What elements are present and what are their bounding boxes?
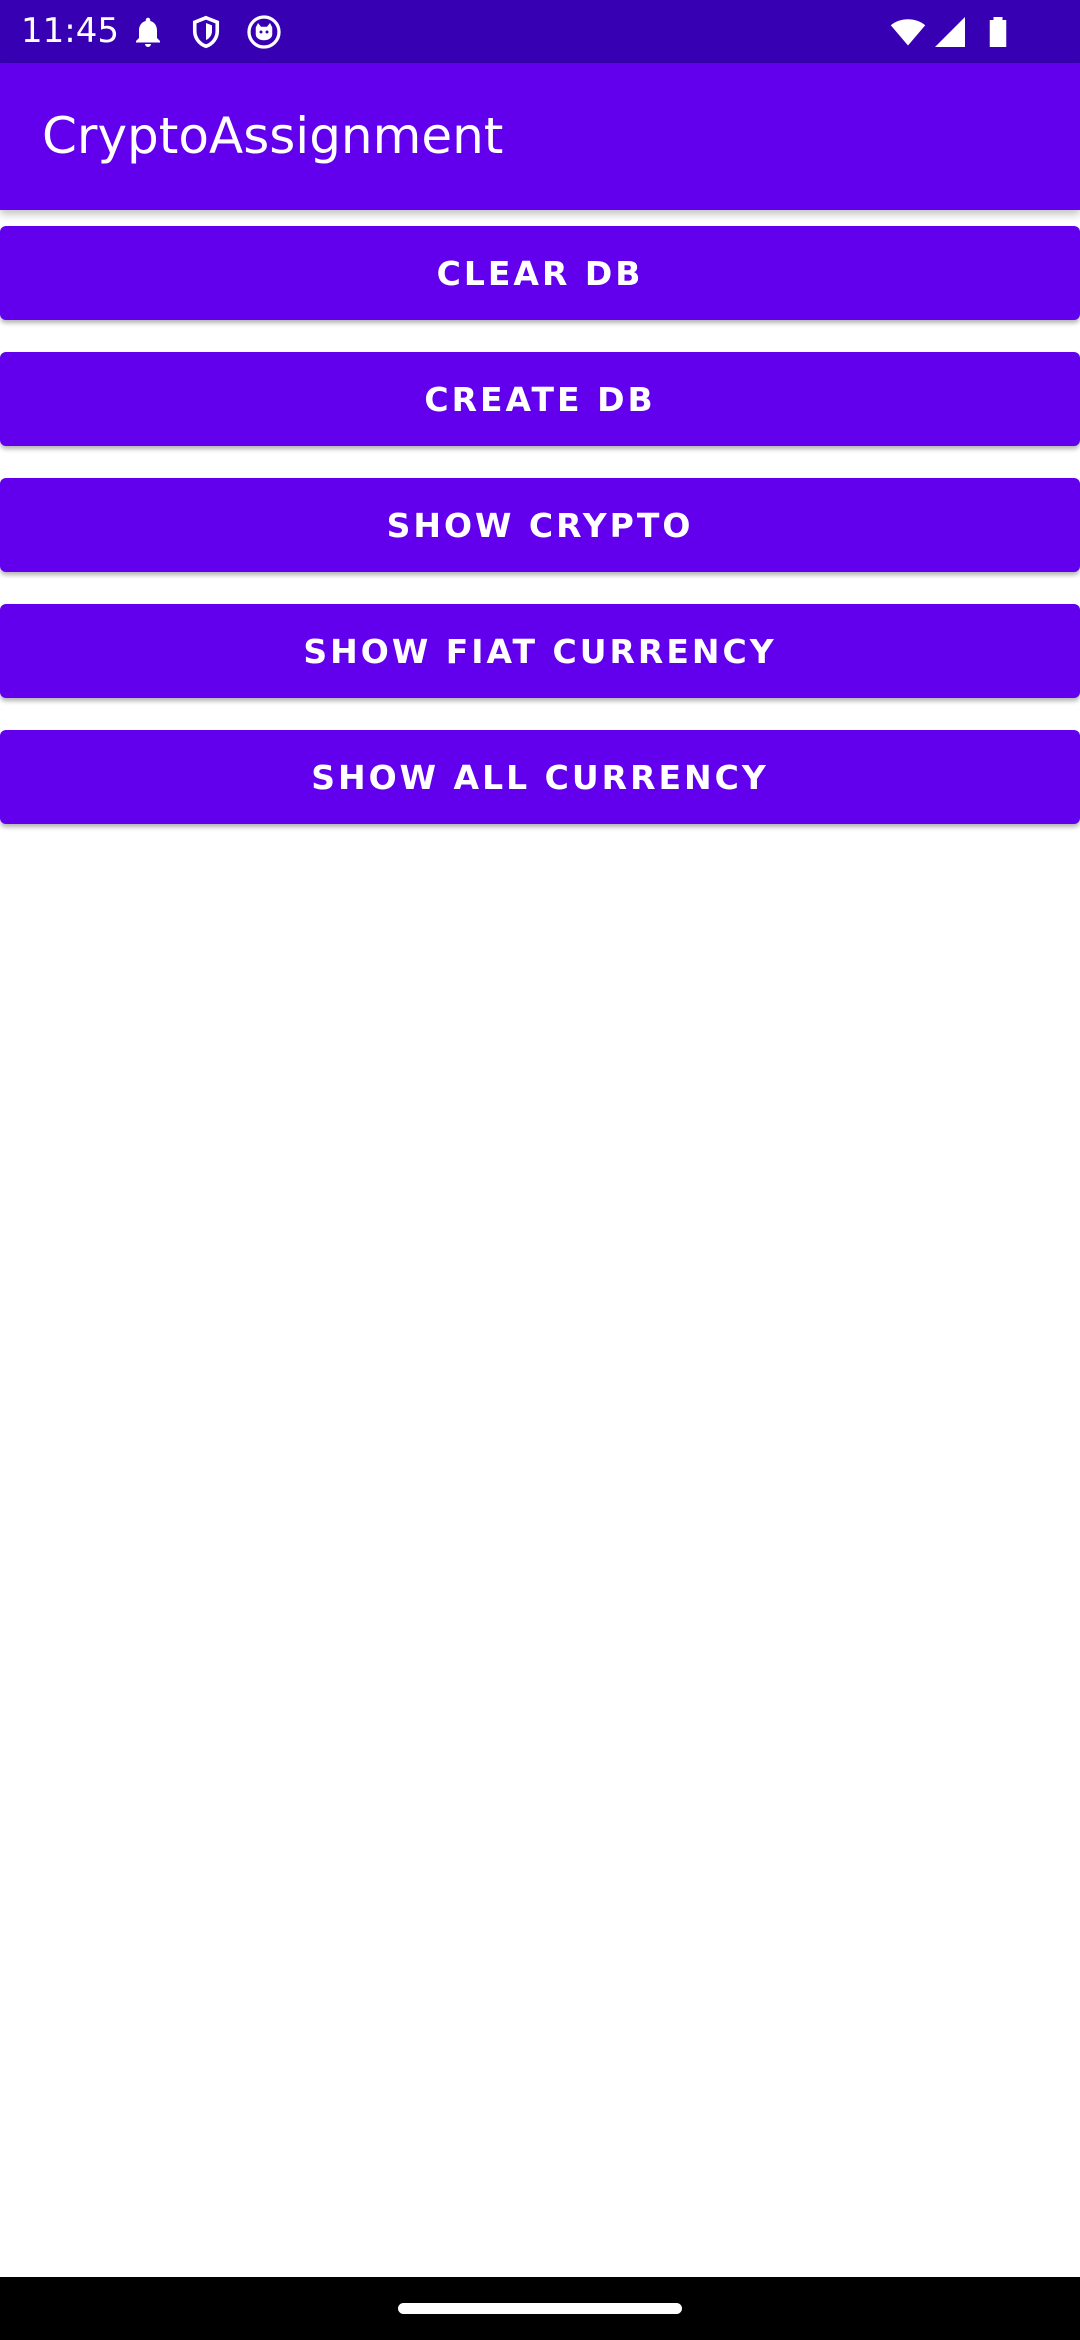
shield-icon bbox=[192, 15, 220, 49]
navigation-bar bbox=[0, 2277, 1080, 2340]
notification-bell-icon bbox=[136, 17, 160, 47]
app-title: CryptoAssignment bbox=[42, 107, 504, 165]
show-all-currency-button[interactable]: SHOW ALL CURRENCY bbox=[0, 730, 1080, 824]
show-crypto-button[interactable]: SHOW CRYPTO bbox=[0, 478, 1080, 572]
wifi-icon bbox=[890, 19, 926, 46]
status-bar: 11:45 bbox=[0, 0, 1080, 63]
create-db-button[interactable]: CREATE DB bbox=[0, 352, 1080, 446]
app-bar: CryptoAssignment bbox=[0, 63, 1080, 210]
status-time: 11:45 bbox=[21, 11, 119, 51]
cellular-signal-icon bbox=[935, 17, 965, 47]
battery-icon bbox=[989, 17, 1007, 47]
cat-face-icon bbox=[247, 15, 281, 49]
show-fiat-currency-button[interactable]: SHOW FIAT CURRENCY bbox=[0, 604, 1080, 698]
button-list: CLEAR DB CREATE DB SHOW CRYPTO SHOW FIAT… bbox=[0, 226, 1080, 856]
clear-db-button[interactable]: CLEAR DB bbox=[0, 226, 1080, 320]
home-gesture-handle[interactable] bbox=[398, 2303, 682, 2314]
